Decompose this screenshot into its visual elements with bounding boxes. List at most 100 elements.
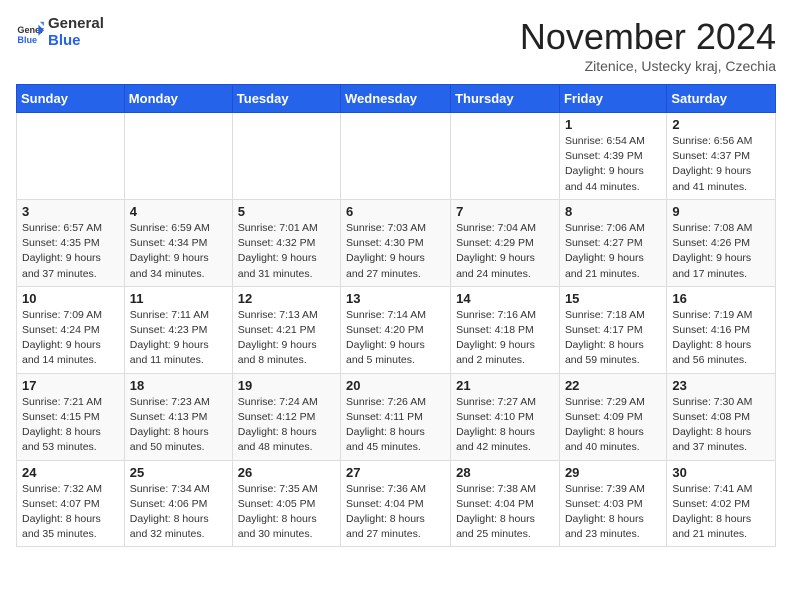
weekday-header-row: SundayMondayTuesdayWednesdayThursdayFrid…	[17, 85, 776, 113]
day-number: 17	[22, 378, 119, 393]
day-number: 2	[672, 117, 770, 132]
day-info: Sunrise: 7:26 AM Sunset: 4:11 PM Dayligh…	[346, 395, 445, 456]
day-cell	[124, 113, 232, 200]
day-cell: 7 Sunrise: 7:04 AM Sunset: 4:29 PM Daylig…	[451, 199, 560, 286]
day-info: Sunrise: 7:13 AM Sunset: 4:21 PM Dayligh…	[238, 308, 335, 369]
day-info: Sunrise: 6:56 AM Sunset: 4:37 PM Dayligh…	[672, 134, 770, 195]
day-info: Sunrise: 7:39 AM Sunset: 4:03 PM Dayligh…	[565, 482, 661, 543]
location: Zitenice, Ustecky kraj, Czechia	[520, 58, 776, 74]
day-info: Sunrise: 7:01 AM Sunset: 4:32 PM Dayligh…	[238, 221, 335, 282]
day-number: 16	[672, 291, 770, 306]
day-cell: 12 Sunrise: 7:13 AM Sunset: 4:21 PM Dayli…	[232, 286, 340, 373]
day-number: 30	[672, 465, 770, 480]
day-info: Sunrise: 7:09 AM Sunset: 4:24 PM Dayligh…	[22, 308, 119, 369]
day-info: Sunrise: 7:32 AM Sunset: 4:07 PM Dayligh…	[22, 482, 119, 543]
day-info: Sunrise: 7:19 AM Sunset: 4:16 PM Dayligh…	[672, 308, 770, 369]
day-cell: 8 Sunrise: 7:06 AM Sunset: 4:27 PM Daylig…	[559, 199, 666, 286]
week-row-3: 10 Sunrise: 7:09 AM Sunset: 4:24 PM Dayli…	[17, 286, 776, 373]
day-number: 15	[565, 291, 661, 306]
day-info: Sunrise: 6:57 AM Sunset: 4:35 PM Dayligh…	[22, 221, 119, 282]
weekday-tuesday: Tuesday	[232, 85, 340, 113]
day-number: 12	[238, 291, 335, 306]
day-number: 21	[456, 378, 554, 393]
day-number: 24	[22, 465, 119, 480]
day-cell	[232, 113, 340, 200]
day-cell: 23 Sunrise: 7:30 AM Sunset: 4:08 PM Dayli…	[667, 373, 776, 460]
day-number: 27	[346, 465, 445, 480]
week-row-4: 17 Sunrise: 7:21 AM Sunset: 4:15 PM Dayli…	[17, 373, 776, 460]
day-info: Sunrise: 7:08 AM Sunset: 4:26 PM Dayligh…	[672, 221, 770, 282]
day-number: 25	[130, 465, 227, 480]
svg-text:Blue: Blue	[17, 34, 37, 44]
day-cell: 20Sunrise: 7:26 AM Sunset: 4:11 PM Dayli…	[341, 373, 451, 460]
day-number: 4	[130, 204, 227, 219]
day-info: Sunrise: 7:16 AM Sunset: 4:18 PM Dayligh…	[456, 308, 554, 369]
week-row-5: 24 Sunrise: 7:32 AM Sunset: 4:07 PM Dayli…	[17, 460, 776, 547]
weekday-thursday: Thursday	[451, 85, 560, 113]
day-cell: 5 Sunrise: 7:01 AM Sunset: 4:32 PM Daylig…	[232, 199, 340, 286]
day-cell: 2 Sunrise: 6:56 AM Sunset: 4:37 PM Daylig…	[667, 113, 776, 200]
day-number: 1	[565, 117, 661, 132]
day-number: 28	[456, 465, 554, 480]
day-number: 13	[346, 291, 445, 306]
title-block: November 2024 Zitenice, Ustecky kraj, Cz…	[520, 16, 776, 74]
day-number: 19	[238, 378, 335, 393]
day-info: Sunrise: 7:04 AM Sunset: 4:29 PM Dayligh…	[456, 221, 554, 282]
day-number: 11	[130, 291, 227, 306]
day-info: Sunrise: 6:59 AM Sunset: 4:34 PM Dayligh…	[130, 221, 227, 282]
day-cell: 27 Sunrise: 7:36 AM Sunset: 4:04 PM Dayli…	[341, 460, 451, 547]
day-cell: 9 Sunrise: 7:08 AM Sunset: 4:26 PM Daylig…	[667, 199, 776, 286]
weekday-friday: Friday	[559, 85, 666, 113]
day-info: Sunrise: 7:23 AM Sunset: 4:13 PM Dayligh…	[130, 395, 227, 456]
day-info: Sunrise: 7:41 AM Sunset: 4:02 PM Dayligh…	[672, 482, 770, 543]
day-info: Sunrise: 7:36 AM Sunset: 4:04 PM Dayligh…	[346, 482, 445, 543]
day-cell: 30 Sunrise: 7:41 AM Sunset: 4:02 PM Dayli…	[667, 460, 776, 547]
day-info: Sunrise: 7:38 AM Sunset: 4:04 PM Dayligh…	[456, 482, 554, 543]
day-cell: 4 Sunrise: 6:59 AM Sunset: 4:34 PM Daylig…	[124, 199, 232, 286]
day-cell: 10 Sunrise: 7:09 AM Sunset: 4:24 PM Dayli…	[17, 286, 125, 373]
day-cell: 29Sunrise: 7:39 AM Sunset: 4:03 PM Dayli…	[559, 460, 666, 547]
day-cell: 11Sunrise: 7:11 AM Sunset: 4:23 PM Dayli…	[124, 286, 232, 373]
calendar-body: 1 Sunrise: 6:54 AM Sunset: 4:39 PM Daylig…	[17, 113, 776, 547]
day-info: Sunrise: 6:54 AM Sunset: 4:39 PM Dayligh…	[565, 134, 661, 195]
week-row-1: 1 Sunrise: 6:54 AM Sunset: 4:39 PM Daylig…	[17, 113, 776, 200]
day-number: 10	[22, 291, 119, 306]
day-info: Sunrise: 7:06 AM Sunset: 4:27 PM Dayligh…	[565, 221, 661, 282]
day-number: 7	[456, 204, 554, 219]
day-cell: 24 Sunrise: 7:32 AM Sunset: 4:07 PM Dayli…	[17, 460, 125, 547]
weekday-monday: Monday	[124, 85, 232, 113]
day-number: 26	[238, 465, 335, 480]
day-number: 9	[672, 204, 770, 219]
day-number: 3	[22, 204, 119, 219]
day-cell	[17, 113, 125, 200]
day-cell	[341, 113, 451, 200]
logo-icon: General Blue	[16, 19, 44, 47]
day-info: Sunrise: 7:21 AM Sunset: 4:15 PM Dayligh…	[22, 395, 119, 456]
day-number: 8	[565, 204, 661, 219]
day-cell: 1 Sunrise: 6:54 AM Sunset: 4:39 PM Daylig…	[559, 113, 666, 200]
day-cell: 6Sunrise: 7:03 AM Sunset: 4:30 PM Daylig…	[341, 199, 451, 286]
day-number: 23	[672, 378, 770, 393]
day-info: Sunrise: 7:14 AM Sunset: 4:20 PM Dayligh…	[346, 308, 445, 369]
weekday-saturday: Saturday	[667, 85, 776, 113]
day-cell: 28 Sunrise: 7:38 AM Sunset: 4:04 PM Dayli…	[451, 460, 560, 547]
day-cell: 18Sunrise: 7:23 AM Sunset: 4:13 PM Dayli…	[124, 373, 232, 460]
day-info: Sunrise: 7:18 AM Sunset: 4:17 PM Dayligh…	[565, 308, 661, 369]
day-info: Sunrise: 7:30 AM Sunset: 4:08 PM Dayligh…	[672, 395, 770, 456]
day-info: Sunrise: 7:24 AM Sunset: 4:12 PM Dayligh…	[238, 395, 335, 456]
day-cell: 16 Sunrise: 7:19 AM Sunset: 4:16 PM Dayli…	[667, 286, 776, 373]
day-info: Sunrise: 7:35 AM Sunset: 4:05 PM Dayligh…	[238, 482, 335, 543]
day-number: 6	[346, 204, 445, 219]
weekday-wednesday: Wednesday	[341, 85, 451, 113]
header: General Blue General Blue November 2024 …	[16, 16, 776, 74]
day-cell: 22Sunrise: 7:29 AM Sunset: 4:09 PM Dayli…	[559, 373, 666, 460]
day-cell	[451, 113, 560, 200]
day-number: 22	[565, 378, 661, 393]
day-info: Sunrise: 7:34 AM Sunset: 4:06 PM Dayligh…	[130, 482, 227, 543]
calendar: SundayMondayTuesdayWednesdayThursdayFrid…	[16, 84, 776, 547]
logo-general: General	[48, 15, 104, 32]
day-cell: 15 Sunrise: 7:18 AM Sunset: 4:17 PM Dayli…	[559, 286, 666, 373]
day-cell: 13 Sunrise: 7:14 AM Sunset: 4:20 PM Dayli…	[341, 286, 451, 373]
day-cell: 19 Sunrise: 7:24 AM Sunset: 4:12 PM Dayli…	[232, 373, 340, 460]
day-number: 5	[238, 204, 335, 219]
